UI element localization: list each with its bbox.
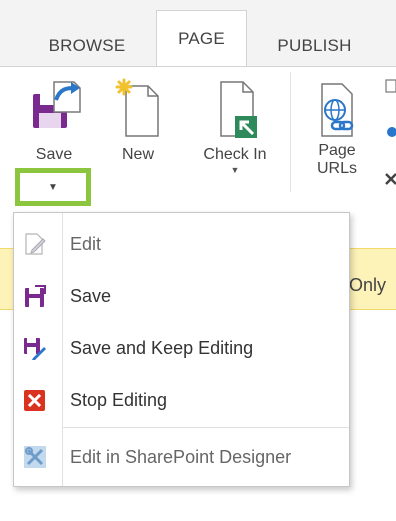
page-urls-label-line2: URLs — [316, 160, 357, 177]
save-dropdown-arrow[interactable]: ▼ — [15, 168, 91, 206]
status-banner-text: Only — [349, 275, 387, 295]
ribbon-tab-bar: BROWSE PAGE PUBLISH — [0, 0, 396, 67]
menu-item-save-keep-editing[interactable]: Save and Keep Editing — [14, 322, 349, 374]
check-in-label: Check In — [203, 146, 267, 163]
tab-page[interactable]: PAGE — [156, 10, 247, 67]
check-in-icon — [220, 81, 257, 138]
tab-browse[interactable]: BROWSE — [35, 24, 139, 67]
menu-divider — [62, 427, 349, 428]
page-urls-icon — [321, 83, 354, 137]
sharepoint-designer-icon — [24, 446, 46, 468]
save-icon — [33, 81, 81, 128]
page-urls-label-line1: Page — [318, 142, 356, 159]
menu-item-label: Edit in SharePoint Designer — [70, 446, 292, 467]
new-page-icon — [115, 78, 159, 137]
save-dropdown-menu: Edit Save Save and Keep Editing Stop Edi… — [13, 212, 350, 487]
chevron-down-icon: ▼ — [48, 181, 58, 193]
stop-editing-icon — [24, 390, 45, 411]
save-button[interactable]: Save — [18, 78, 90, 164]
ribbon-overflow-icons — [385, 79, 396, 185]
menu-item-label: Stop Editing — [70, 389, 168, 410]
menu-item-edit-sharepoint-designer[interactable]: Edit in SharePoint Designer — [14, 431, 349, 483]
menu-item-label: Save — [70, 285, 112, 306]
ribbon-group-divider — [290, 72, 291, 192]
new-button[interactable]: New — [110, 78, 166, 164]
chevron-down-icon: ▼ — [230, 165, 240, 175]
menu-item-edit[interactable]: Edit — [14, 218, 349, 270]
save-button-label: Save — [35, 146, 73, 163]
tab-publish[interactable]: PUBLISH — [262, 24, 367, 67]
menu-item-stop-editing[interactable]: Stop Editing — [14, 374, 349, 426]
menu-item-label: Edit — [70, 233, 102, 254]
menu-item-save[interactable]: Save — [14, 270, 349, 322]
check-in-button[interactable]: Check In ▼ — [190, 78, 280, 176]
new-button-label: New — [121, 146, 154, 163]
page-urls-button[interactable]: Page URLs — [308, 78, 366, 178]
menu-item-label: Save and Keep Editing — [70, 337, 254, 358]
save-keep-editing-icon — [24, 338, 46, 360]
save-icon — [25, 285, 46, 307]
edit-icon — [25, 233, 46, 255]
